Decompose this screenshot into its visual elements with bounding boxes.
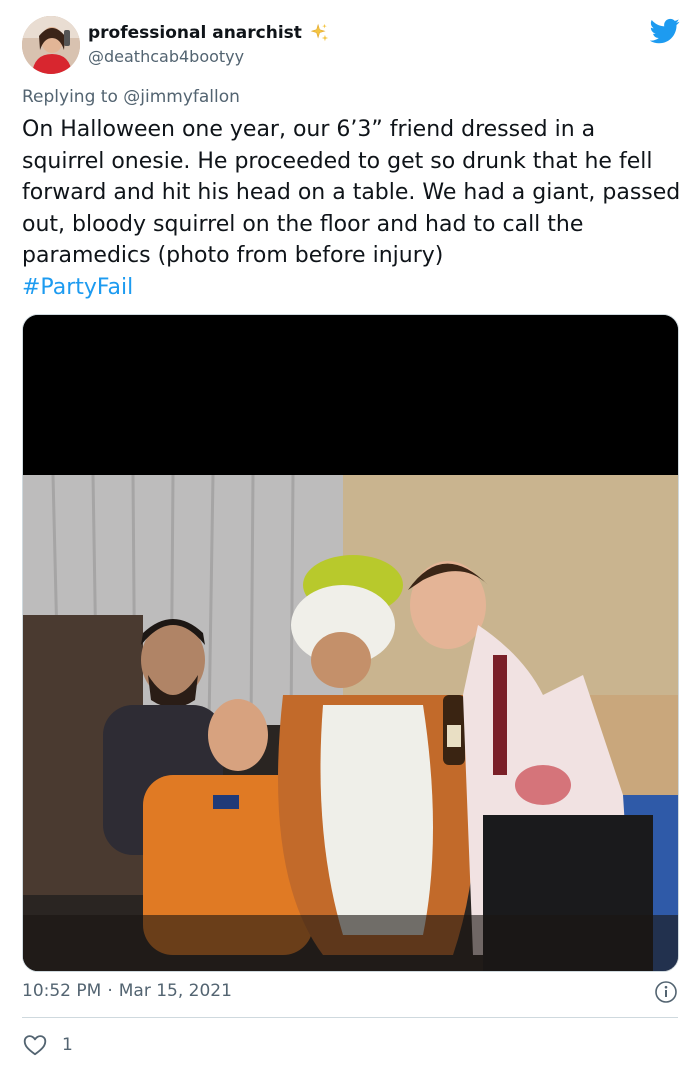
info-icon[interactable]: [654, 980, 678, 1004]
avatar[interactable]: [22, 16, 80, 74]
author-name-text[interactable]: professional anarchist: [88, 23, 302, 43]
hashtag-link[interactable]: #PartyFail: [22, 272, 682, 304]
reply-context: Replying to @jimmyfallon: [22, 87, 240, 107]
group-halloween-photo-icon: [23, 315, 678, 971]
author-handle[interactable]: @deathcab4bootyy: [88, 47, 244, 66]
reply-prefix: Replying to: [22, 87, 124, 107]
twitter-bird-icon[interactable]: [650, 16, 680, 46]
reply-mention-link[interactable]: @jimmyfallon: [123, 87, 240, 107]
timestamp-separator: ·: [107, 981, 113, 1001]
tweet-text: On Halloween one year, our 6’3” friend d…: [22, 114, 682, 303]
tweet-time[interactable]: 10:52 PM: [22, 981, 101, 1001]
tweet-date[interactable]: Mar 15, 2021: [119, 981, 232, 1001]
tweet-timestamp[interactable]: 10:52 PM · Mar 15, 2021: [22, 981, 232, 1001]
tweet-body: On Halloween one year, our 6’3” friend d…: [22, 117, 681, 268]
divider: [22, 1017, 678, 1018]
sparkles-icon: [310, 23, 329, 42]
tweet-media-photo[interactable]: [22, 314, 679, 972]
like-count: 1: [62, 1035, 73, 1055]
heart-icon[interactable]: [22, 1032, 48, 1058]
author-display-name[interactable]: professional anarchist: [88, 22, 330, 44]
like-button[interactable]: 1: [22, 1032, 73, 1058]
